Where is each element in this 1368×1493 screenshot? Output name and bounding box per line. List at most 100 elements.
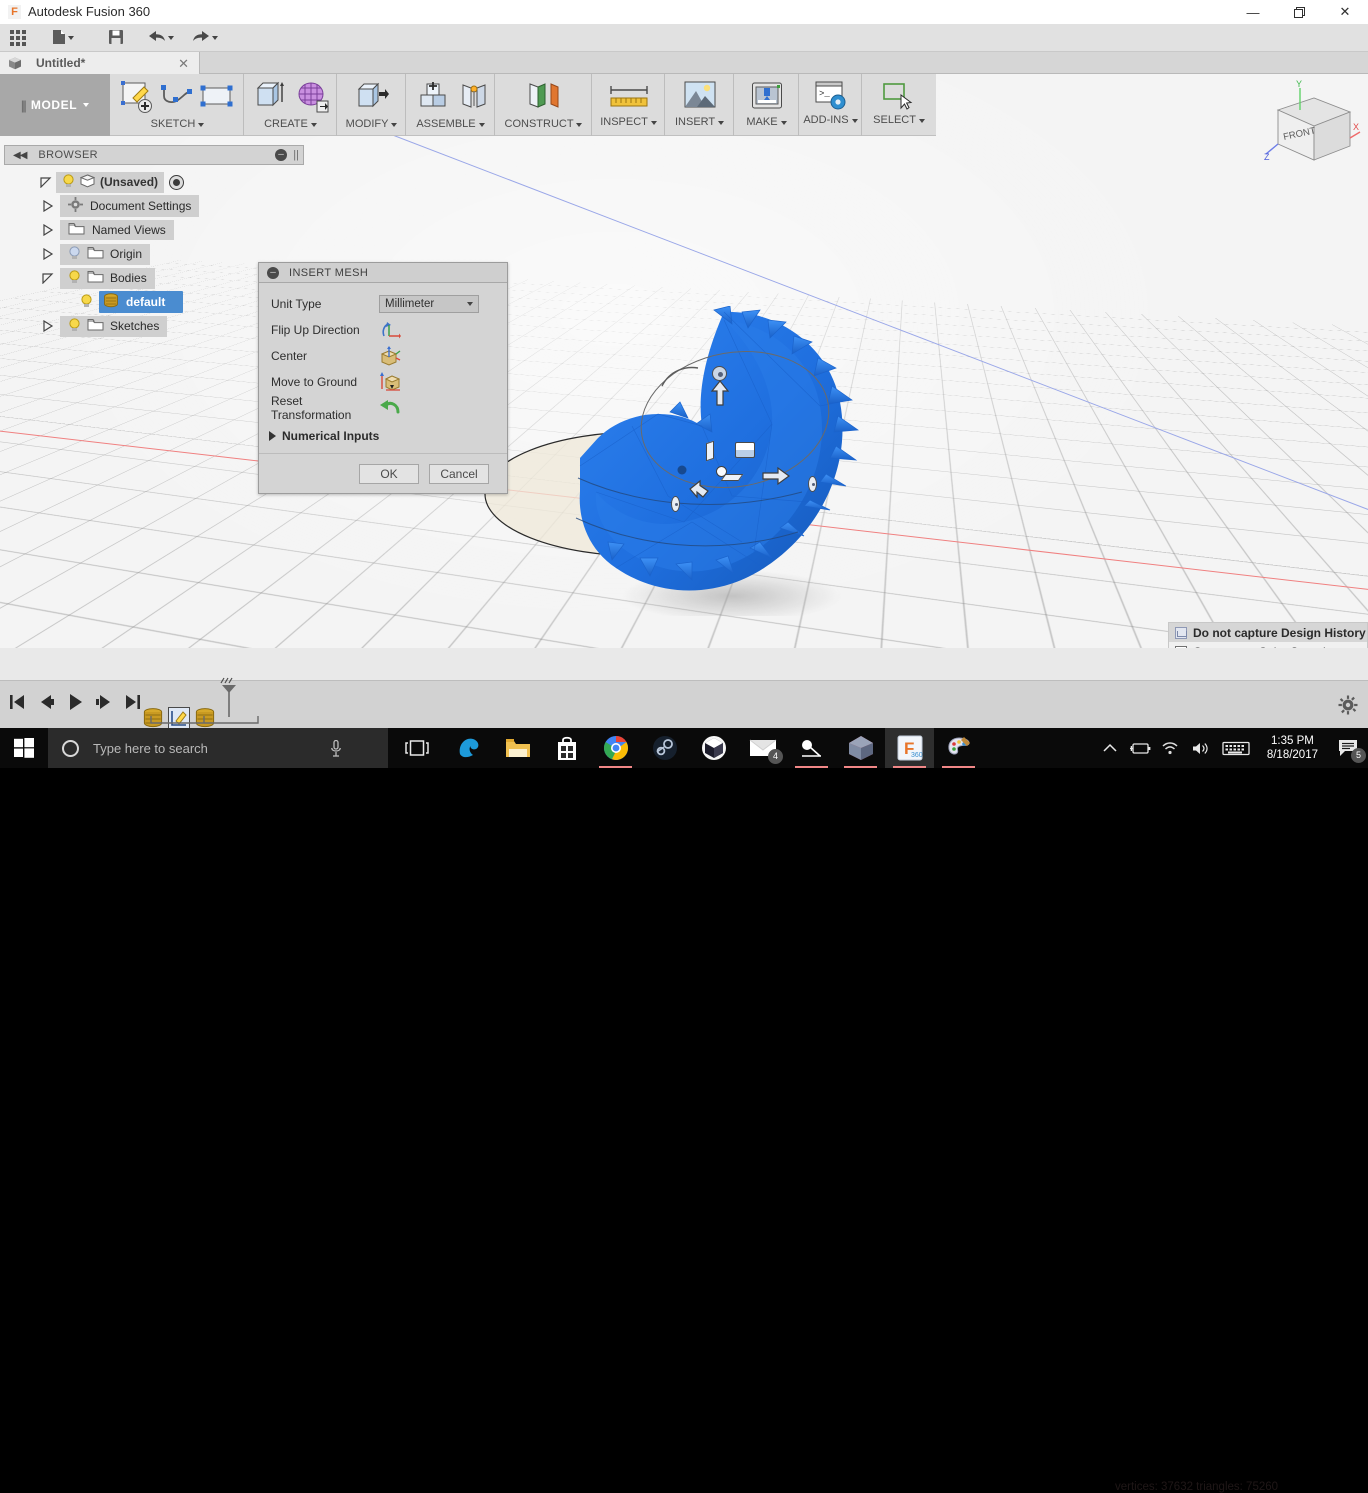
taskbar-app-3d-builder[interactable] bbox=[689, 728, 738, 768]
minus-icon[interactable]: – bbox=[267, 266, 279, 279]
activate-component-toggle[interactable] bbox=[169, 174, 185, 190]
offset-plane-icon[interactable] bbox=[524, 80, 564, 117]
measure-icon[interactable] bbox=[608, 84, 650, 115]
go-to-end-icon[interactable] bbox=[124, 693, 142, 711]
ribbon-group-label[interactable]: INSERT bbox=[666, 116, 733, 128]
rectangle-icon[interactable] bbox=[200, 80, 234, 117]
ok-button[interactable]: OK bbox=[359, 464, 419, 484]
new-component-icon[interactable] bbox=[417, 80, 451, 117]
insert-mesh-icon[interactable] bbox=[295, 80, 329, 117]
taskbar-app-paint-3d[interactable] bbox=[787, 728, 836, 768]
expander-expanded-icon[interactable] bbox=[42, 272, 54, 284]
gizmo-center-handle[interactable] bbox=[716, 466, 727, 477]
taskbar-app-paint[interactable] bbox=[934, 728, 983, 768]
spline-icon[interactable] bbox=[160, 80, 194, 117]
3d-print-icon[interactable] bbox=[750, 80, 784, 115]
save-button[interactable] bbox=[104, 24, 128, 52]
expander-collapsed-icon[interactable] bbox=[42, 200, 54, 212]
new-file-button[interactable] bbox=[48, 24, 78, 52]
gizmo-arrow-right-icon[interactable] bbox=[762, 466, 790, 486]
timeline-marker-icon[interactable] bbox=[218, 677, 238, 720]
select-window-icon[interactable] bbox=[882, 82, 916, 113]
document-tab-untitled[interactable]: Untitled* ✕ bbox=[0, 52, 200, 74]
panel-grip[interactable]: || bbox=[293, 149, 299, 161]
press-pull-icon[interactable] bbox=[355, 80, 389, 117]
insert-image-icon[interactable] bbox=[683, 80, 717, 115]
close-button[interactable]: ✕ bbox=[1322, 0, 1368, 24]
gizmo-rotate-handle-left[interactable] bbox=[671, 496, 680, 512]
tree-item-default-row[interactable]: default bbox=[99, 291, 184, 313]
ribbon-group-label[interactable]: MODIFY bbox=[338, 118, 405, 130]
view-cube[interactable]: FRONT Y X Z bbox=[1254, 79, 1362, 172]
browser-panel-button[interactable]: – bbox=[275, 149, 287, 161]
create-sketch-icon[interactable] bbox=[120, 80, 154, 117]
gizmo-plane-handle[interactable] bbox=[735, 442, 755, 458]
gizmo-rotate-handle-top[interactable] bbox=[712, 366, 727, 381]
move-to-ground-icon[interactable] bbox=[379, 372, 401, 392]
undo-button[interactable] bbox=[144, 24, 178, 52]
taskbar-app-steam[interactable] bbox=[640, 728, 689, 768]
show-hidden-icons-icon[interactable] bbox=[1095, 728, 1125, 768]
gizmo-rotate-handle-right[interactable] bbox=[808, 476, 817, 492]
expander-collapsed-icon[interactable] bbox=[42, 224, 54, 236]
battery-icon[interactable] bbox=[1125, 728, 1155, 768]
flip-up-direction-icon[interactable] bbox=[379, 320, 401, 340]
volume-icon[interactable] bbox=[1185, 728, 1215, 768]
dialog-header[interactable]: – INSERT MESH bbox=[259, 263, 507, 283]
ribbon-group-label[interactable]: MAKE bbox=[735, 116, 798, 128]
ribbon-group-label[interactable]: SKETCH bbox=[112, 118, 243, 130]
joint-icon[interactable] bbox=[457, 80, 491, 117]
3d-viewport[interactable]: FRONT Y X Z ◀◀ BROWSER – || (Unsaved) Do… bbox=[0, 74, 1368, 648]
option-do-not-capture-design-history[interactable]: Do not capture Design History bbox=[1169, 623, 1367, 642]
taskbar-app-file-explorer[interactable] bbox=[493, 728, 542, 768]
taskbar-app-edge[interactable] bbox=[444, 728, 493, 768]
workspace-switcher[interactable]: ||| MODEL bbox=[0, 74, 110, 136]
ribbon-group-label[interactable]: SELECT bbox=[863, 114, 935, 126]
step-forward-icon[interactable] bbox=[95, 693, 113, 711]
taskbar-app-mail[interactable]: 4 bbox=[738, 728, 787, 768]
light-bulb-icon[interactable] bbox=[68, 269, 81, 287]
wifi-icon[interactable] bbox=[1155, 728, 1185, 768]
minimize-button[interactable]: — bbox=[1230, 0, 1276, 24]
windows-start-icon[interactable] bbox=[0, 728, 48, 768]
numerical-inputs-section[interactable]: Numerical Inputs bbox=[259, 421, 507, 449]
timeline-settings-button[interactable] bbox=[1338, 695, 1358, 718]
gizmo-arrow-diagonal-icon[interactable] bbox=[688, 478, 710, 500]
ribbon-group-label[interactable]: CREATE bbox=[245, 118, 336, 130]
tree-item-named-views[interactable]: Named Views bbox=[4, 218, 304, 242]
gizmo-arrow-up-icon[interactable] bbox=[710, 380, 730, 406]
tree-item-document-settings[interactable]: Document Settings bbox=[4, 194, 304, 218]
gizmo-plane-handle-side[interactable] bbox=[706, 440, 714, 462]
checkbox-indeterminate-icon[interactable] bbox=[1175, 626, 1187, 639]
double-left-arrow-icon[interactable]: ◀◀ bbox=[13, 150, 27, 161]
expander-expanded-icon[interactable] bbox=[40, 176, 52, 188]
light-bulb-icon[interactable] bbox=[62, 173, 75, 191]
scripts-addins-icon[interactable]: >_ bbox=[814, 80, 848, 113]
go-to-beginning-icon[interactable] bbox=[8, 693, 26, 711]
expander-collapsed-icon[interactable] bbox=[42, 320, 54, 332]
microphone-icon[interactable] bbox=[330, 739, 342, 760]
close-icon[interactable]: ✕ bbox=[178, 56, 189, 72]
step-back-icon[interactable] bbox=[37, 693, 55, 711]
light-bulb-icon[interactable] bbox=[68, 317, 81, 335]
redo-button[interactable] bbox=[188, 24, 222, 52]
taskbar-app-fusion-360[interactable]: F 360 bbox=[885, 728, 934, 768]
keyboard-icon[interactable] bbox=[1215, 728, 1257, 768]
show-data-panel-button[interactable] bbox=[6, 24, 30, 52]
taskbar-app-microsoft-store[interactable] bbox=[542, 728, 591, 768]
taskbar-app-chrome[interactable] bbox=[591, 728, 640, 768]
center-icon[interactable] bbox=[379, 346, 401, 366]
ribbon-group-label[interactable]: CONSTRUCT bbox=[496, 118, 591, 130]
ribbon-group-label[interactable]: ADD-INS bbox=[800, 114, 861, 126]
tree-item-unsaved[interactable]: (Unsaved) bbox=[4, 170, 304, 194]
action-center-icon[interactable]: 5 bbox=[1328, 728, 1368, 768]
maximize-button[interactable] bbox=[1276, 0, 1322, 24]
light-bulb-icon[interactable] bbox=[68, 245, 81, 263]
unit-type-select[interactable]: Millimeter bbox=[379, 295, 479, 313]
checkbox-unchecked-icon[interactable] bbox=[1175, 645, 1187, 648]
taskbar-app-meshmixer[interactable] bbox=[836, 728, 885, 768]
task-view-icon[interactable] bbox=[394, 728, 440, 768]
play-icon[interactable] bbox=[66, 693, 84, 711]
extrude-icon[interactable] bbox=[253, 80, 287, 117]
cancel-button[interactable]: Cancel bbox=[429, 464, 489, 484]
